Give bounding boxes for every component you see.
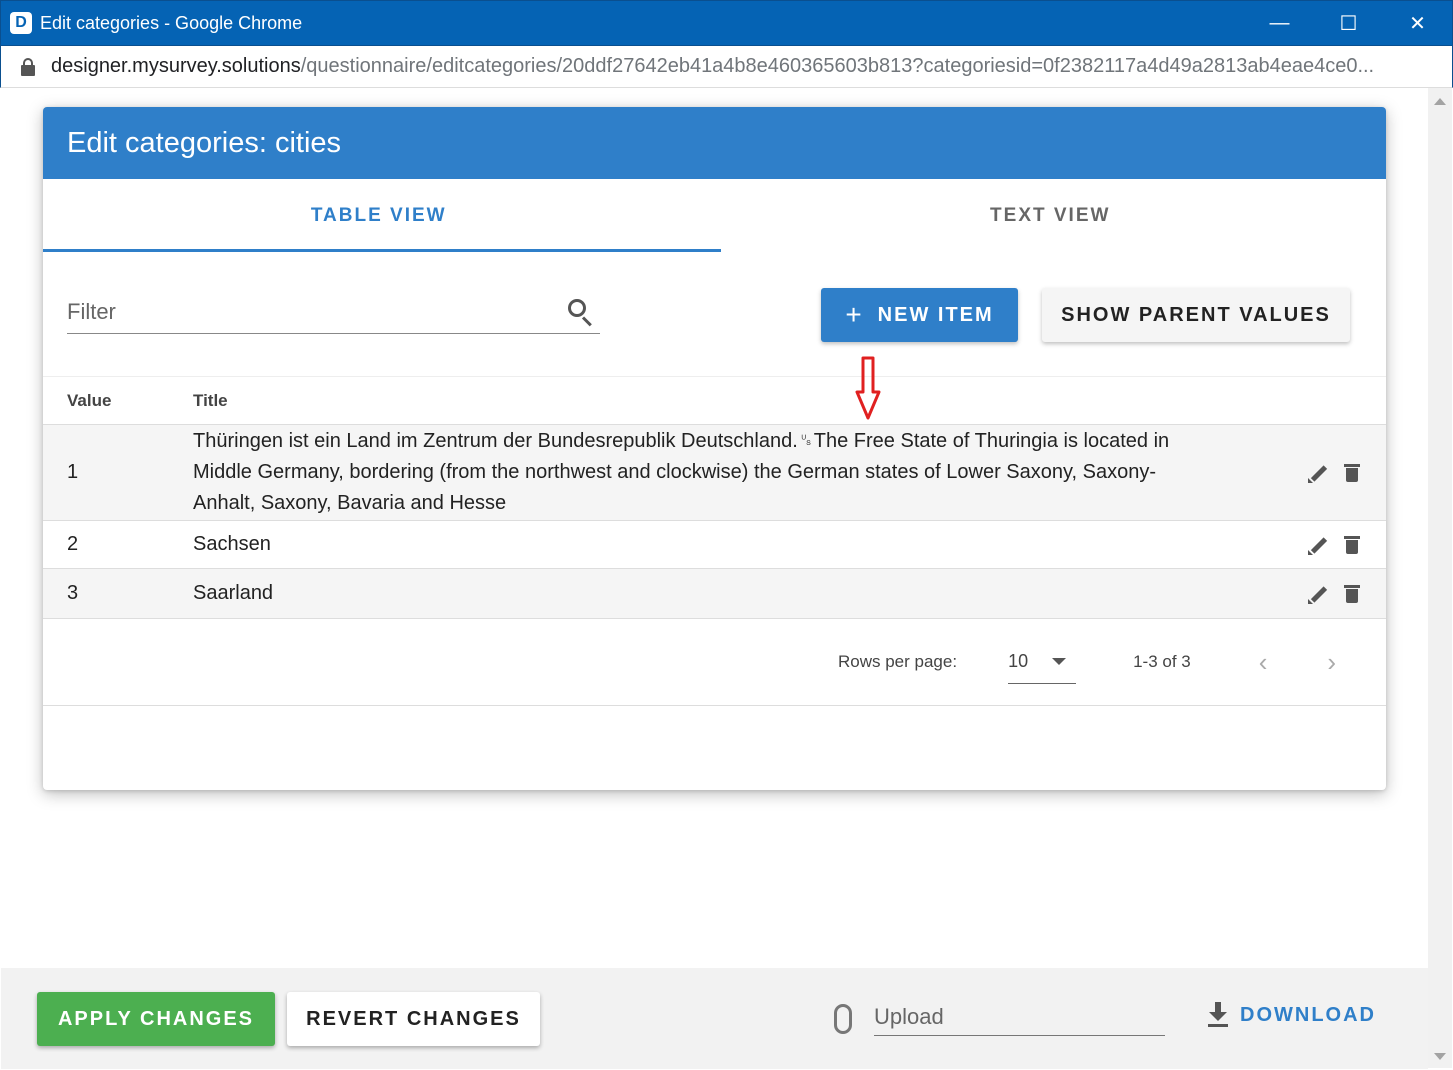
maximize-icon[interactable]: ☐ bbox=[1314, 1, 1383, 45]
search-icon[interactable] bbox=[566, 297, 596, 327]
row-value: 3 bbox=[67, 582, 79, 604]
app-icon: D bbox=[10, 12, 32, 34]
window-title: Edit categories - Google Chrome bbox=[40, 12, 303, 33]
download-button[interactable]: DOWNLOAD bbox=[1206, 1002, 1376, 1028]
revert-changes-button[interactable]: REVERT CHANGES bbox=[287, 992, 540, 1046]
scroll-down-icon[interactable] bbox=[1434, 1053, 1446, 1060]
dialog-footer: APPLY CHANGES REVERT CHANGES Upload DOWN… bbox=[1, 968, 1428, 1069]
apply-changes-button[interactable]: APPLY CHANGES bbox=[37, 992, 275, 1046]
upload-field[interactable]: Upload bbox=[874, 998, 1165, 1036]
annotation-arrow bbox=[855, 356, 881, 420]
new-item-label: NEW ITEM bbox=[877, 303, 994, 326]
row-actions bbox=[1286, 463, 1386, 483]
minimize-icon[interactable]: — bbox=[1245, 1, 1314, 45]
url-host: designer.mysurvey.solutions bbox=[51, 55, 301, 77]
rows-per-page-select[interactable]: 10 bbox=[1008, 640, 1077, 684]
edit-categories-card: Edit categories: cities TABLE VIEW TEXT … bbox=[43, 107, 1386, 790]
pencil-icon[interactable] bbox=[1308, 584, 1328, 604]
view-tabs: TABLE VIEW TEXT VIEW bbox=[43, 179, 1386, 252]
new-item-button[interactable]: + NEW ITEM bbox=[821, 288, 1018, 342]
chevron-left-icon[interactable]: ‹ bbox=[1259, 647, 1268, 678]
window-controls: — ☐ ✕ bbox=[1245, 1, 1452, 45]
table-row[interactable]: 3 Saarland bbox=[43, 569, 1386, 619]
paperclip-icon[interactable] bbox=[834, 1004, 852, 1034]
download-label: DOWNLOAD bbox=[1240, 1003, 1376, 1026]
table-pagination: Rows per page: 10 1-3 of 3 ‹ › bbox=[43, 619, 1386, 706]
row-title: Thüringen ist ein Land im Zentrum der Bu… bbox=[193, 430, 1170, 514]
table-row[interactable]: 2 Sachsen bbox=[43, 521, 1386, 569]
caret-down-icon bbox=[1052, 658, 1067, 665]
show-parent-values-button[interactable]: SHOW PARENT VALUES bbox=[1042, 288, 1350, 342]
column-header-title[interactable]: Title bbox=[193, 391, 1386, 411]
row-actions bbox=[1286, 584, 1386, 604]
address-bar[interactable]: designer.mysurvey.solutions/questionnair… bbox=[0, 46, 1453, 88]
tab-table-view[interactable]: TABLE VIEW bbox=[43, 179, 715, 252]
row-actions bbox=[1286, 535, 1386, 555]
row-value: 2 bbox=[67, 533, 79, 555]
download-icon bbox=[1206, 1002, 1230, 1028]
page-scrollbar[interactable] bbox=[1428, 88, 1452, 1068]
row-value: 1 bbox=[67, 461, 79, 483]
row-title: Saarland bbox=[193, 582, 274, 604]
table-row[interactable]: 1 Thüringen ist ein Land im Zentrum der … bbox=[43, 425, 1386, 521]
url-path: /questionnaire/editcategories/20ddf27642… bbox=[300, 55, 1375, 77]
window-titlebar: D Edit categories - Google Chrome — ☐ ✕ bbox=[0, 0, 1453, 46]
pencil-icon[interactable] bbox=[1308, 463, 1328, 483]
trash-icon[interactable] bbox=[1344, 535, 1360, 555]
rows-per-page-label: Rows per page: bbox=[838, 652, 958, 671]
dialog-title: Edit categories: cities bbox=[43, 107, 1386, 179]
pencil-icon[interactable] bbox=[1308, 535, 1328, 555]
close-icon[interactable]: ✕ bbox=[1383, 1, 1452, 45]
pagination-range: 1-3 of 3 bbox=[1133, 652, 1191, 671]
column-header-value[interactable]: Value bbox=[43, 391, 193, 411]
rows-per-page-value: 10 bbox=[1008, 651, 1029, 671]
plus-icon: + bbox=[845, 299, 864, 330]
filter-field bbox=[67, 290, 600, 334]
table-header: Value Title bbox=[43, 377, 1386, 425]
filter-input[interactable] bbox=[67, 298, 566, 325]
chevron-right-icon[interactable]: › bbox=[1327, 647, 1336, 678]
lock-icon bbox=[21, 57, 35, 76]
trash-icon[interactable] bbox=[1344, 584, 1360, 604]
trash-icon[interactable] bbox=[1344, 463, 1360, 483]
scroll-up-icon[interactable] bbox=[1434, 98, 1446, 105]
table-toolbar: + NEW ITEM SHOW PARENT VALUES bbox=[43, 252, 1386, 377]
tab-text-view[interactable]: TEXT VIEW bbox=[715, 179, 1387, 252]
row-title: Sachsen bbox=[193, 533, 271, 555]
